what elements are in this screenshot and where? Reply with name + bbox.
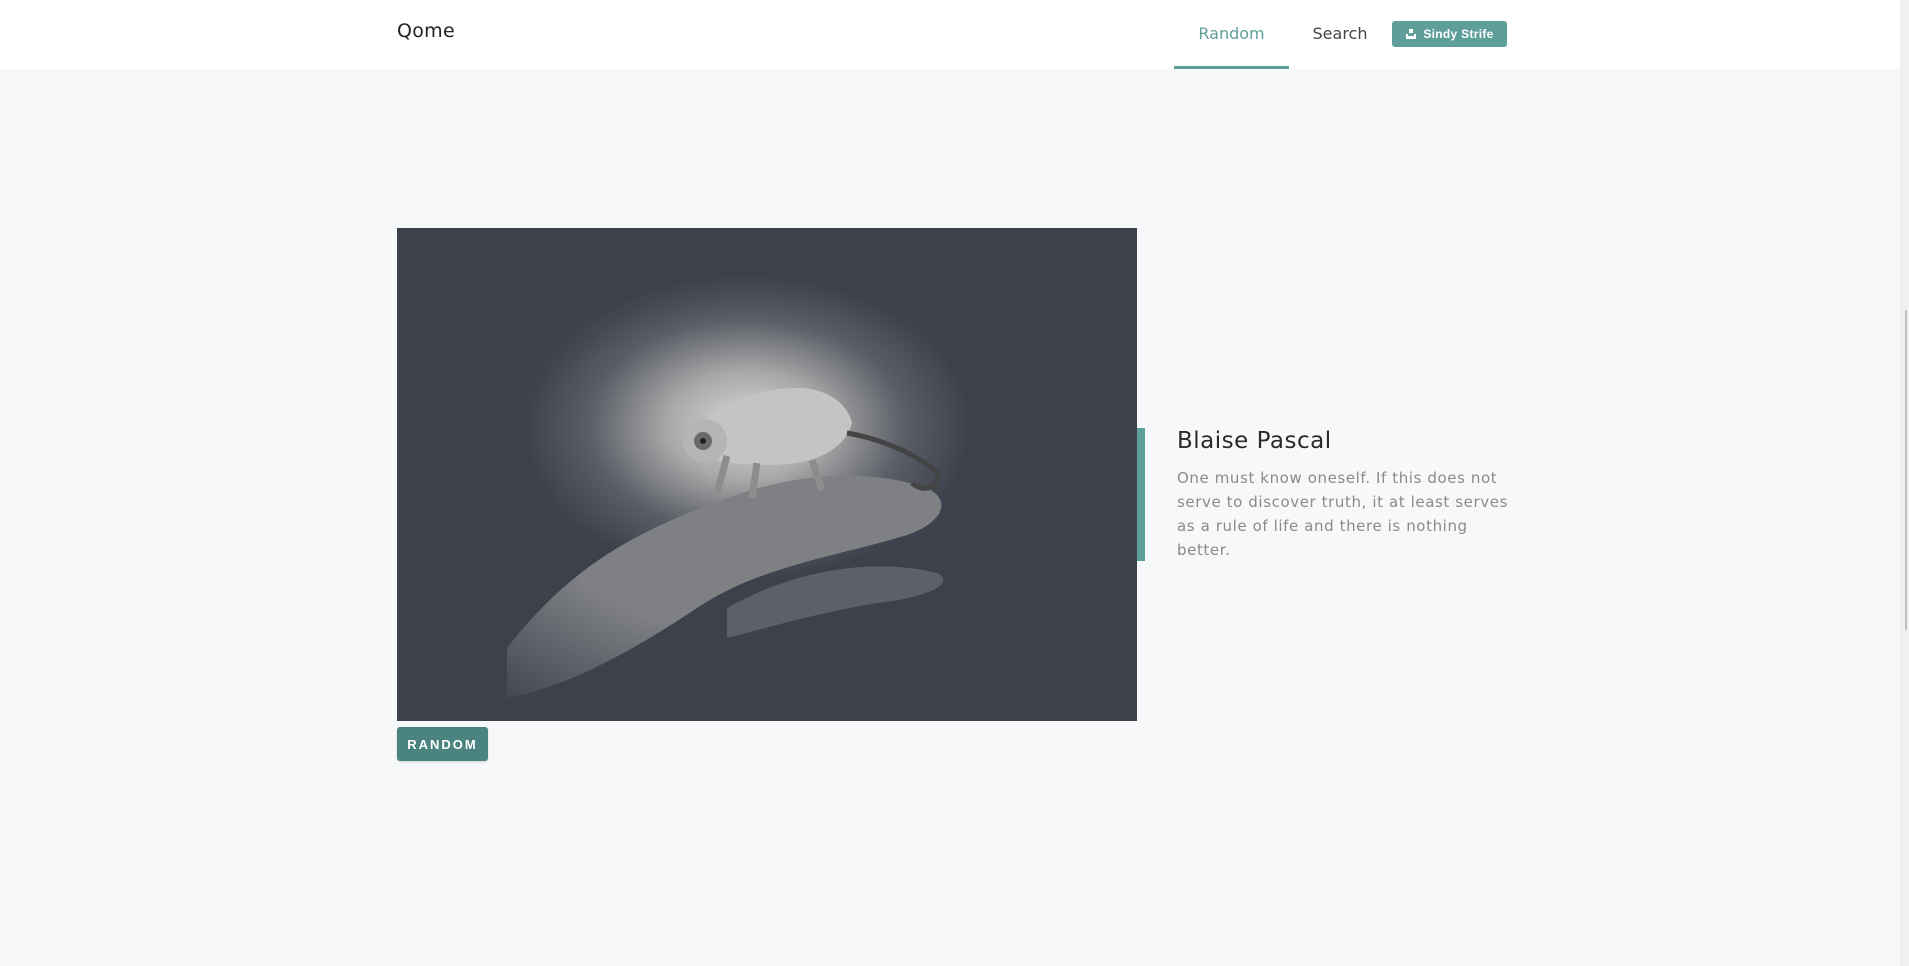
nav-link-random[interactable]: Random [1174,0,1289,69]
random-quote-button[interactable]: RANDOM [397,727,488,761]
brand-logo[interactable]: Qome [397,20,455,42]
quote-photo [397,228,1137,721]
nav-link-search[interactable]: Search [1296,0,1384,69]
quote-author: Blaise Pascal [1177,428,1332,454]
user-icon [1406,29,1417,39]
top-navbar: Qome Random Search Sindy Strife [0,0,1909,69]
quote-text: One must know oneself. If this does not … [1177,469,1508,559]
quote-accent-bar [1137,428,1145,561]
user-name-label: Sindy Strife [1423,27,1494,41]
photo-chameleon-illustration [397,228,1137,721]
page-scrollbar-thumb[interactable] [1905,310,1907,630]
user-account-button[interactable]: Sindy Strife [1392,21,1507,47]
